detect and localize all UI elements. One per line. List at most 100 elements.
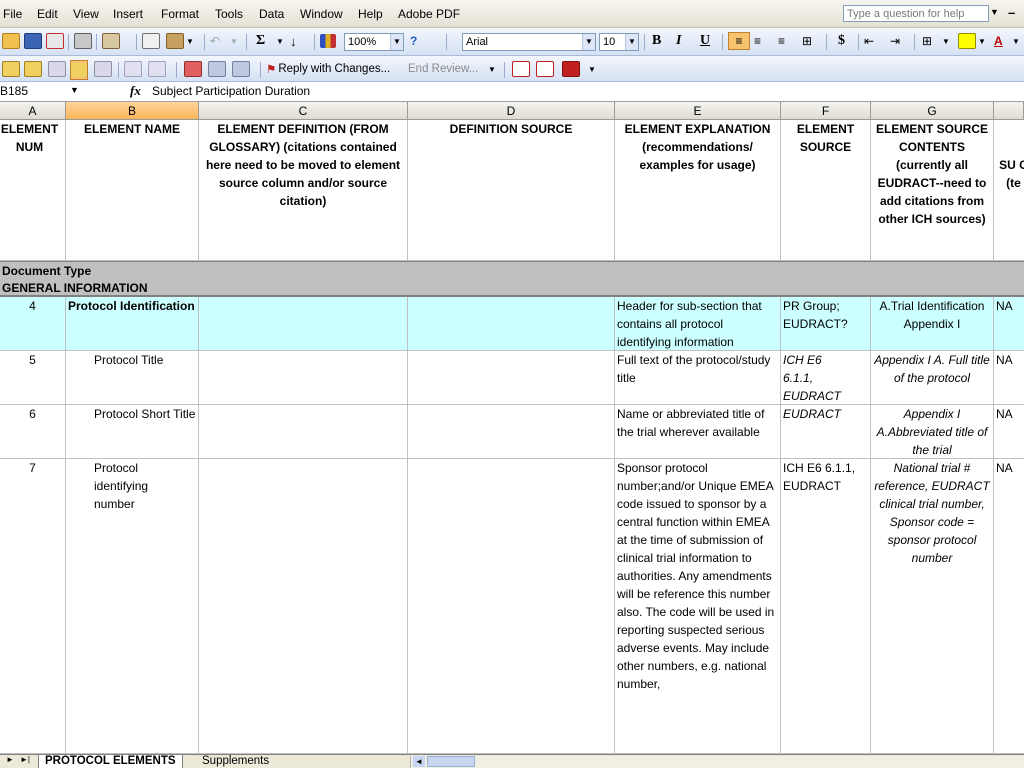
fill-dropdown-icon[interactable]: ▼ — [978, 32, 986, 50]
reply-with-changes-button[interactable]: ⚑ Reply with Changes... — [266, 60, 390, 78]
header-element-source[interactable]: ELEMENT SOURCE — [781, 120, 871, 261]
cell-row7-num[interactable]: 7 — [0, 459, 66, 754]
menu-file[interactable]: File — [3, 7, 22, 21]
column-header-c[interactable]: C — [199, 102, 408, 120]
cell-row5-def-source[interactable] — [408, 351, 615, 405]
help-search-input[interactable]: Type a question for help — [843, 5, 989, 22]
cell-row5-explanation[interactable]: Full text of the protocol/study title — [615, 351, 781, 405]
header-element-definition[interactable]: ELEMENT DEFINITION (FROM GLOSSARY) (cita… — [199, 120, 408, 261]
cell-row7-contents[interactable]: National trial # reference, EUDRACT clin… — [871, 459, 994, 754]
cell-row5-source[interactable]: ICH E6 6.1.1, EUDRACT — [781, 351, 871, 405]
cell-row4-num[interactable]: 4 — [0, 297, 66, 351]
band-general-information[interactable]: GENERAL INFORMATION — [0, 279, 1024, 297]
column-header-f[interactable]: F — [781, 102, 871, 120]
copy-icon[interactable] — [142, 32, 160, 50]
cell-row6-contents[interactable]: Appendix I A.Abbreviated title of the tr… — [871, 405, 994, 459]
cell-row4-contents[interactable]: A.Trial Identification Appendix I — [871, 297, 994, 351]
cell-row7-source[interactable]: ICH E6 6.1.1, EUDRACT — [781, 459, 871, 754]
save-icon[interactable] — [24, 32, 42, 50]
name-box-dropdown-icon[interactable]: ▼ — [70, 85, 79, 95]
send-review-icon[interactable] — [232, 60, 250, 78]
fx-icon[interactable]: fx — [130, 83, 141, 99]
help-dropdown-icon[interactable]: ▼ — [990, 7, 999, 17]
convert-and-review-icon[interactable] — [562, 60, 580, 78]
cell-row5-h[interactable]: NA — [994, 351, 1024, 405]
autosum-dropdown-icon[interactable]: ▼ — [276, 32, 284, 50]
header-element-source-contents[interactable]: ELEMENT SOURCE CONTENTS (currently all E… — [871, 120, 994, 261]
undo-icon[interactable]: ↶ — [210, 32, 220, 50]
cell-row6-def-source[interactable] — [408, 405, 615, 459]
convert-and-email-icon[interactable] — [536, 60, 554, 78]
merge-center-icon[interactable]: ⊞ — [802, 32, 812, 50]
zoom-select[interactable]: 100% ▼ — [344, 33, 404, 51]
horizontal-scrollbar[interactable]: ◄ — [410, 756, 1024, 768]
menu-window[interactable]: Window — [300, 7, 343, 21]
pdf-toolbar-options-icon[interactable]: ▼ — [588, 60, 596, 78]
cell-row4-explanation[interactable]: Header for sub-section that contains all… — [615, 297, 781, 351]
italic-button[interactable]: I — [676, 32, 681, 50]
sort-ascending-icon[interactable]: ↓ — [290, 32, 297, 50]
currency-button[interactable]: $ — [838, 32, 845, 50]
font-size-select[interactable]: 10 ▼ — [599, 33, 639, 51]
cell-row4-name[interactable]: Protocol Identification — [66, 297, 199, 351]
tab-protocol-elements[interactable]: PROTOCOL ELEMENTS — [38, 755, 183, 768]
menu-view[interactable]: View — [73, 7, 99, 21]
column-header-h[interactable] — [994, 102, 1024, 120]
align-center-icon[interactable]: ≡ — [754, 32, 761, 50]
edit-comment-icon[interactable] — [24, 60, 42, 78]
end-review-button[interactable]: End Review... — [408, 60, 478, 78]
scroll-left-icon[interactable]: ◄ — [413, 756, 425, 767]
cell-row6-num[interactable]: 6 — [0, 405, 66, 459]
borders-icon[interactable]: ⊞ — [922, 32, 932, 50]
cell-row5-name[interactable]: Protocol Title — [66, 351, 199, 405]
spreadsheet-grid[interactable]: A B C D E F G ELEMENT NUM ELEMENT NAME E… — [0, 102, 1024, 754]
menu-help[interactable]: Help — [358, 7, 383, 21]
column-header-g[interactable]: G — [871, 102, 994, 120]
print-icon[interactable] — [74, 32, 92, 50]
formula-input[interactable]: Subject Participation Duration — [152, 84, 310, 98]
cell-row5-contents[interactable]: Appendix I A. Full title of the protocol — [871, 351, 994, 405]
align-right-icon[interactable]: ≡ — [778, 32, 785, 50]
reviewing-pane-icon[interactable] — [148, 60, 166, 78]
last-sheet-icon[interactable]: ►| — [20, 755, 30, 764]
menu-data[interactable]: Data — [259, 7, 284, 21]
column-header-a[interactable]: A — [0, 102, 66, 120]
track-changes-icon[interactable] — [208, 60, 226, 78]
decrease-indent-icon[interactable]: ⇤ — [864, 32, 874, 50]
cell-row6-definition[interactable] — [199, 405, 408, 459]
minimize-icon[interactable]: – — [1008, 5, 1015, 20]
header-element-num[interactable]: ELEMENT NUM — [0, 120, 66, 261]
undo-dropdown-icon[interactable]: ▼ — [230, 32, 238, 50]
font-name-select[interactable]: Arial ▼ — [462, 33, 596, 51]
toolbar-options-icon[interactable]: ▼ — [488, 60, 496, 78]
menu-insert[interactable]: Insert — [113, 7, 143, 21]
header-element-explanation[interactable]: ELEMENT EXPLANATION (recommendations/ ex… — [615, 120, 781, 261]
cell-row4-source[interactable]: PR Group; EUDRACT? — [781, 297, 871, 351]
bold-button[interactable]: B — [652, 32, 661, 50]
autosum-icon[interactable]: Σ — [256, 32, 265, 50]
header-column-h[interactable]: SU C (te — [994, 120, 1024, 261]
cell-row6-explanation[interactable]: Name or abbreviated title of the trial w… — [615, 405, 781, 459]
cell-row5-num[interactable]: 5 — [0, 351, 66, 405]
menu-edit[interactable]: Edit — [37, 7, 58, 21]
cell-row7-definition[interactable] — [199, 459, 408, 754]
cell-row7-explanation[interactable]: Sponsor protocol number;and/or Unique EM… — [615, 459, 781, 754]
cell-row6-source[interactable]: EUDRACT — [781, 405, 871, 459]
delete-comment-icon[interactable] — [124, 60, 142, 78]
header-element-name[interactable]: ELEMENT NAME — [66, 120, 199, 261]
new-comment-icon[interactable] — [2, 60, 20, 78]
menu-adobe-pdf[interactable]: Adobe PDF — [398, 7, 460, 21]
cell-row7-name[interactable]: Protocol identifying number — [66, 459, 199, 754]
column-header-b[interactable]: B — [66, 102, 199, 120]
menu-tools[interactable]: Tools — [215, 7, 243, 21]
next-sheet-icon[interactable]: ► — [6, 755, 14, 764]
cell-row4-h[interactable]: NA — [994, 297, 1024, 351]
cell-row5-definition[interactable] — [199, 351, 408, 405]
column-header-e[interactable]: E — [615, 102, 781, 120]
fill-color-icon[interactable] — [958, 32, 976, 50]
cell-row4-definition[interactable] — [199, 297, 408, 351]
cell-row6-h[interactable]: NA — [994, 405, 1024, 459]
help-icon[interactable]: ? — [410, 32, 417, 50]
permission-icon[interactable] — [46, 32, 64, 50]
tab-supplements[interactable]: Supplements — [196, 755, 275, 768]
